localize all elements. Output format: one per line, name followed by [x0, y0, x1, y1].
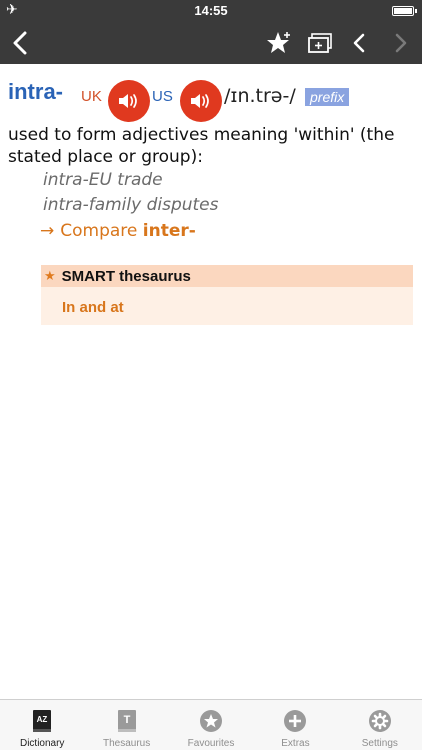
- definition-text: used to form adjectives meaning 'within'…: [8, 125, 395, 167]
- compare-reference: inter-: [142, 221, 196, 241]
- tab-label: Thesaurus: [102, 738, 151, 749]
- tab-label: Favourites: [187, 738, 235, 749]
- settings-gear-icon: [368, 710, 391, 732]
- chevron-right-icon: [395, 33, 407, 53]
- star-plus-icon: [267, 32, 290, 53]
- tab-extras[interactable]: Extras: [253, 700, 337, 750]
- star-icon: ★: [44, 268, 56, 284]
- extras-plus-icon: [284, 710, 307, 732]
- compare-link[interactable]: → Compare inter-: [40, 221, 196, 241]
- tab-settings[interactable]: Settings: [338, 700, 422, 750]
- svg-text:T: T: [123, 714, 130, 726]
- smart-thesaurus-header: ★ SMART thesaurus: [41, 265, 413, 287]
- thesaurus-topic-link[interactable]: In and at: [62, 299, 124, 316]
- chevron-left-icon: [353, 33, 365, 53]
- us-audio-button[interactable]: [180, 80, 222, 122]
- compare-label: Compare: [60, 221, 138, 241]
- smart-thesaurus-body: In and at: [41, 287, 413, 325]
- battery-icon: [392, 6, 417, 16]
- navigation-bar: [0, 22, 422, 64]
- next-entry-button[interactable]: [392, 30, 410, 56]
- part-of-speech-badge: prefix: [305, 88, 350, 106]
- uk-audio-button[interactable]: [108, 80, 150, 122]
- add-card-button[interactable]: [307, 30, 333, 56]
- speaker-icon: [119, 94, 137, 108]
- smart-thesaurus-panel: ★ SMART thesaurus In and at: [41, 265, 413, 325]
- tab-label: Dictionary: [19, 738, 65, 749]
- tab-bar: AZ Dictionary T Thesaurus Favourites Ext…: [0, 699, 422, 750]
- uk-label: UK: [81, 88, 102, 105]
- tab-label: Extras: [281, 738, 310, 749]
- status-bar: ✈ 14:55: [0, 0, 422, 22]
- favourites-star-icon: [200, 710, 223, 732]
- thesaurus-t-icon: T: [117, 710, 136, 732]
- status-time: 14:55: [194, 3, 228, 18]
- dictionary-az-icon: AZ: [33, 710, 52, 732]
- card-plus-icon: [308, 33, 332, 53]
- back-chevron-icon: [13, 31, 27, 55]
- example-sentence: intra-EU trade: [43, 170, 163, 190]
- tab-label: Settings: [361, 738, 398, 749]
- arrow-icon: →: [40, 221, 55, 241]
- svg-text:AZ: AZ: [37, 715, 48, 724]
- us-label: US: [152, 88, 173, 105]
- speaker-icon: [191, 94, 209, 108]
- back-button[interactable]: [8, 30, 32, 56]
- tab-favourites[interactable]: Favourites: [169, 700, 253, 750]
- headword-row: intra- UK US /ɪn.trə-/ prefix: [8, 73, 418, 122]
- smart-thesaurus-title: SMART thesaurus: [61, 267, 191, 285]
- example-sentence: intra-family disputes: [43, 195, 219, 215]
- pronunciation: /ɪn.trə-/: [224, 85, 296, 107]
- tab-thesaurus[interactable]: T Thesaurus: [84, 700, 168, 750]
- add-favourite-button[interactable]: [266, 30, 292, 56]
- headword: intra-: [8, 79, 63, 104]
- previous-entry-button[interactable]: [350, 30, 368, 56]
- tab-dictionary[interactable]: AZ Dictionary: [0, 700, 84, 750]
